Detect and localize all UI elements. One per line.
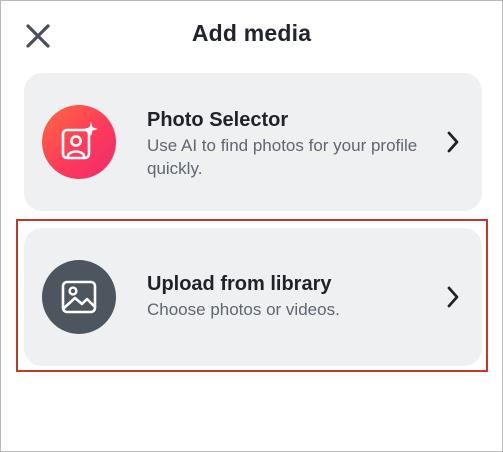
- upload-from-library-text: Upload from library Choose photos or vid…: [147, 271, 427, 321]
- chevron-right-icon: [447, 131, 459, 153]
- image-library-icon: [61, 280, 97, 314]
- chevron-right-icon: [447, 286, 459, 308]
- page-title: Add media: [191, 20, 312, 46]
- photo-selector-option[interactable]: Photo Selector Use AI to find photos for…: [24, 73, 482, 211]
- photo-selector-text: Photo Selector Use AI to find photos for…: [147, 107, 427, 180]
- photo-selector-title: Photo Selector: [147, 109, 289, 131]
- upload-from-library-title: Upload from library: [147, 273, 332, 295]
- header: Add media: [1, 1, 502, 71]
- upload-from-library-subtitle: Choose photos or videos.: [147, 300, 340, 319]
- photo-selector-icon-badge: [42, 105, 116, 179]
- add-media-sheet: Add media Photo Selector Use AI to find …: [0, 0, 503, 452]
- ai-photo-selector-icon: [61, 122, 98, 160]
- photo-selector-subtitle: Use AI to find photos for your profile q…: [147, 136, 418, 178]
- upload-from-library-option[interactable]: Upload from library Choose photos or vid…: [24, 228, 482, 366]
- library-icon-badge: [42, 260, 116, 334]
